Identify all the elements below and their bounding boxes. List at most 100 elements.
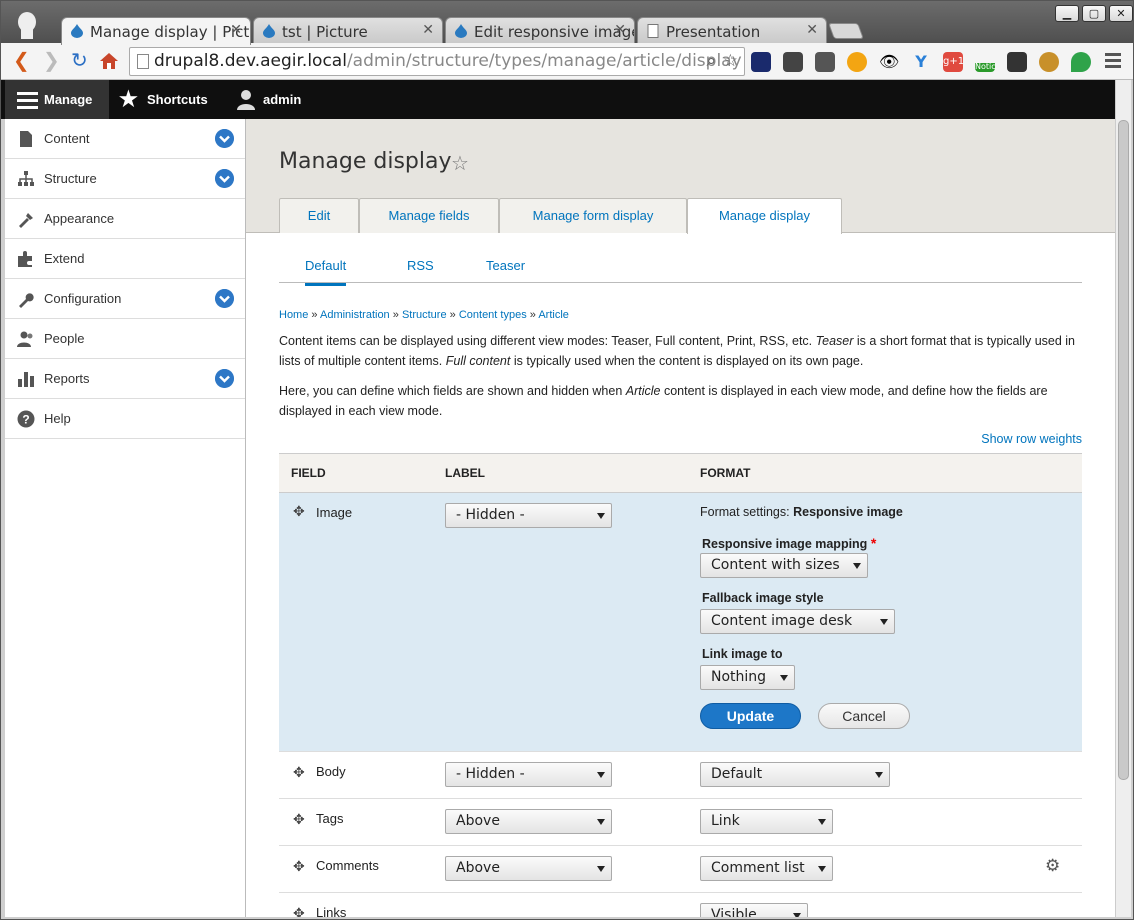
toolbar-manage[interactable]: Manage bbox=[5, 80, 109, 119]
tab-manage-fields[interactable]: Manage fields bbox=[359, 198, 499, 233]
tray-item-configuration[interactable]: Configuration bbox=[5, 279, 245, 319]
extension-wrench-icon[interactable] bbox=[815, 52, 835, 72]
tab-edit[interactable]: Edit bbox=[279, 198, 359, 233]
page-scrollbar[interactable] bbox=[1115, 80, 1131, 917]
address-bar[interactable]: drupal8.dev.aegir.local/admin/structure/… bbox=[129, 47, 745, 76]
extension-gauge-icon[interactable] bbox=[751, 52, 771, 72]
format-settings-title: Format settings: Responsive image bbox=[700, 505, 903, 519]
drupal-favicon-icon bbox=[71, 24, 83, 38]
search-icon[interactable]: ⌕ bbox=[706, 48, 716, 75]
minimize-button[interactable]: ▁ bbox=[1055, 5, 1079, 22]
tab-manage-display[interactable]: Manage display | Pictu ✕ bbox=[61, 17, 251, 45]
close-tab-icon[interactable]: ✕ bbox=[614, 22, 626, 38]
field-name: Comments bbox=[316, 858, 379, 873]
close-tab-icon[interactable]: ✕ bbox=[230, 22, 242, 38]
tray-item-content[interactable]: Content bbox=[5, 119, 245, 159]
tab-manage-display[interactable]: Manage display bbox=[687, 198, 842, 234]
tray-item-people[interactable]: People bbox=[5, 319, 245, 359]
people-icon bbox=[17, 331, 33, 347]
shortcut-star-icon[interactable]: ☆ bbox=[451, 151, 469, 176]
select-value: Visible bbox=[711, 907, 757, 917]
text: is typically used when the content is di… bbox=[510, 354, 864, 368]
drag-handle-icon[interactable]: ✥ bbox=[293, 764, 305, 781]
label-select[interactable]: - Hidden - bbox=[445, 503, 612, 528]
breadcrumb-administration[interactable]: Administration bbox=[320, 309, 390, 321]
format-select[interactable]: Link bbox=[700, 809, 833, 834]
drag-handle-icon[interactable]: ✥ bbox=[293, 811, 305, 828]
chevron-down-icon[interactable] bbox=[215, 129, 234, 148]
bookmark-star-icon[interactable]: ☆ bbox=[723, 48, 738, 75]
new-tab-button[interactable] bbox=[828, 23, 864, 39]
toolbar-shortcuts[interactable]: ★ Shortcuts bbox=[119, 80, 208, 119]
tray-item-help[interactable]: ? Help bbox=[5, 399, 245, 439]
gear-icon[interactable]: ⚙ bbox=[1045, 856, 1060, 876]
subtab-teaser[interactable]: Teaser bbox=[486, 259, 525, 273]
tray-item-structure[interactable]: Structure bbox=[5, 159, 245, 199]
chevron-down-icon[interactable] bbox=[215, 369, 234, 388]
subtab-rss[interactable]: RSS bbox=[407, 259, 434, 273]
tray-item-reports[interactable]: Reports bbox=[5, 359, 245, 399]
show-row-weights-link[interactable]: Show row weights bbox=[981, 432, 1082, 446]
dropdown-arrow-icon bbox=[853, 563, 861, 569]
tab-label: Presentation bbox=[666, 23, 761, 41]
cancel-button[interactable]: Cancel bbox=[818, 703, 910, 729]
link-select[interactable]: Nothing bbox=[700, 665, 795, 690]
browser-window: Manage display | Pictu ✕ tst | Picture ✕… bbox=[0, 0, 1134, 920]
back-icon[interactable]: ❮ bbox=[13, 50, 30, 70]
toolbar-user[interactable]: admin bbox=[236, 80, 301, 119]
fallback-select[interactable]: Content image desk bbox=[700, 609, 895, 634]
label-select[interactable]: Above bbox=[445, 856, 612, 881]
link-label: Link image to bbox=[702, 647, 783, 661]
tab-manage-form-display[interactable]: Manage form display bbox=[499, 198, 687, 233]
drag-handle-icon[interactable]: ✥ bbox=[293, 905, 305, 917]
extension-firebug-icon[interactable] bbox=[847, 52, 867, 72]
tray-item-label: Help bbox=[44, 411, 71, 426]
home-icon[interactable] bbox=[99, 51, 119, 71]
format-select[interactable]: Default bbox=[700, 762, 890, 787]
extension-phone-icon[interactable] bbox=[1007, 52, 1027, 72]
select-value: Content image desk bbox=[711, 613, 853, 629]
extension-cookie-icon[interactable] bbox=[1039, 52, 1059, 72]
forward-icon[interactable]: ❯ bbox=[43, 50, 60, 70]
maximize-button[interactable]: ▢ bbox=[1082, 5, 1106, 22]
close-window-button[interactable]: ✕ bbox=[1109, 5, 1133, 22]
extension-gplus-icon[interactable]: g+1 bbox=[943, 52, 964, 72]
mapping-select[interactable]: Content with sizes bbox=[700, 553, 868, 578]
scrollbar-thumb[interactable] bbox=[1118, 120, 1129, 780]
tray-item-label: Reports bbox=[44, 371, 90, 386]
extension-y-icon[interactable]: Y bbox=[911, 52, 931, 72]
user-profile-icon[interactable] bbox=[15, 11, 39, 39]
extension-notification-icon[interactable]: Notic bbox=[975, 52, 996, 72]
dropdown-arrow-icon bbox=[818, 819, 826, 825]
chevron-down-icon[interactable] bbox=[215, 289, 234, 308]
breadcrumb-sep: » bbox=[311, 309, 318, 321]
drupal-favicon-icon bbox=[263, 24, 275, 38]
browser-menu-icon[interactable] bbox=[1105, 53, 1121, 71]
dropdown-arrow-icon bbox=[880, 619, 888, 625]
label-select[interactable]: Above bbox=[445, 809, 612, 834]
drag-handle-icon[interactable]: ✥ bbox=[293, 858, 305, 875]
tray-item-appearance[interactable]: Appearance bbox=[5, 199, 245, 239]
close-tab-icon[interactable]: ✕ bbox=[422, 22, 434, 38]
update-button[interactable]: Update bbox=[700, 703, 801, 729]
close-tab-icon[interactable]: ✕ bbox=[806, 22, 818, 38]
tab-tst-picture[interactable]: tst | Picture ✕ bbox=[253, 17, 443, 44]
breadcrumb-structure[interactable]: Structure bbox=[402, 309, 447, 321]
breadcrumb-home[interactable]: Home bbox=[279, 309, 308, 321]
tab-presentation[interactable]: Presentation ✕ bbox=[637, 17, 827, 44]
drag-handle-icon[interactable]: ✥ bbox=[293, 503, 305, 520]
format-select[interactable]: Comment list bbox=[700, 856, 833, 881]
user-icon bbox=[237, 90, 255, 110]
format-select[interactable]: Visible bbox=[700, 903, 808, 917]
reload-icon[interactable]: ↻ bbox=[71, 50, 88, 70]
tray-item-extend[interactable]: Extend bbox=[5, 239, 245, 279]
label-select[interactable]: - Hidden - bbox=[445, 762, 612, 787]
breadcrumb-content-types[interactable]: Content types bbox=[459, 309, 527, 321]
breadcrumb-article[interactable]: Article bbox=[538, 309, 569, 321]
extension-leaf-icon[interactable] bbox=[1071, 52, 1091, 72]
chevron-down-icon[interactable] bbox=[215, 169, 234, 188]
field-name: Body bbox=[316, 764, 346, 779]
extension-eye-icon[interactable]: 👁 bbox=[879, 52, 899, 72]
extension-screenshot-icon[interactable] bbox=[783, 52, 803, 72]
tab-edit-responsive-image[interactable]: Edit responsive image ✕ bbox=[445, 17, 635, 44]
